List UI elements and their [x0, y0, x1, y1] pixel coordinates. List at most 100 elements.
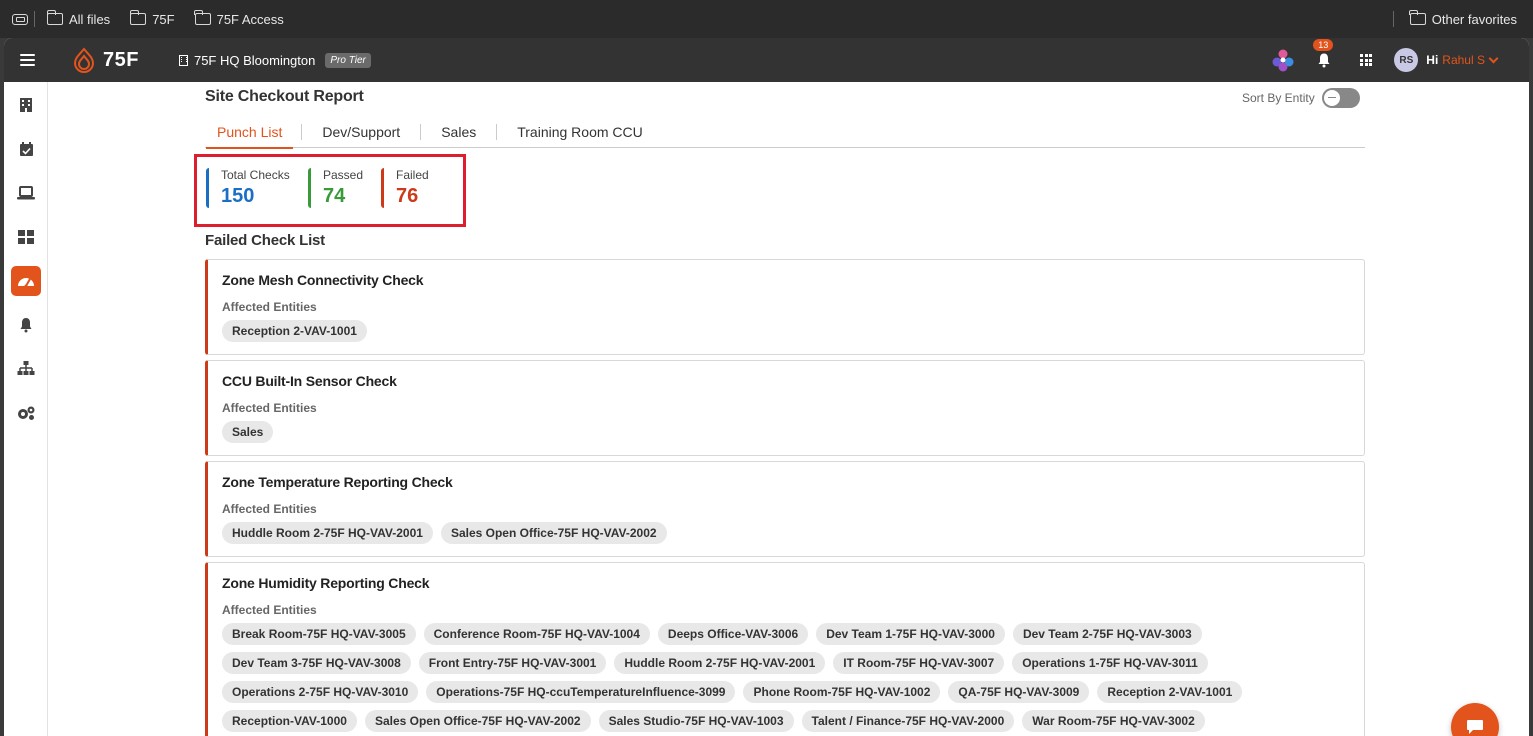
stat-total-checks: Total Checks 150	[206, 168, 290, 208]
sidebar	[4, 82, 48, 736]
folder-icon	[129, 10, 147, 25]
entity-chip[interactable]: Operations 2-75F HQ-VAV-3010	[222, 681, 419, 703]
entity-chip[interactable]: War Room-75F HQ-VAV-3002	[1022, 710, 1205, 732]
sidebar-item-site-checkout[interactable]	[11, 266, 41, 296]
tab-punch-list[interactable]: Punch List	[206, 116, 294, 149]
brand-logo[interactable]: 75F	[71, 47, 139, 73]
entity-chip[interactable]: Reception 2-VAV-1001	[222, 320, 367, 342]
failed-check-list-title: Failed Check List	[205, 232, 325, 249]
tab-sales[interactable]: Sales	[421, 116, 496, 148]
entity-chip[interactable]: Sales Studio-75F HQ-VAV-1003	[598, 710, 794, 732]
notifications-button[interactable]: 13	[1313, 39, 1334, 68]
entity-chip[interactable]: Huddle Room 2-75F HQ-VAV-2001	[222, 522, 433, 544]
entity-chip[interactable]: Deeps Office-VAV-3006	[657, 623, 809, 645]
entity-chip[interactable]: QA-75F HQ-VAV-3009	[948, 681, 1090, 703]
entity-chip[interactable]: Conference Room-75F HQ-VAV-1004	[423, 623, 650, 645]
favorites-bar: All files 75F 75F Access Other favorites	[0, 0, 1533, 38]
entity-chip[interactable]: Break Room-75F HQ-VAV-3005	[222, 623, 416, 645]
entity-chip[interactable]: IT Room-75F HQ-VAV-3007	[833, 652, 1005, 674]
entity-chip[interactable]: Reception-VAV-1000	[222, 710, 357, 732]
tab-dev-support[interactable]: Dev/Support	[302, 116, 420, 148]
folder-icon	[194, 10, 211, 25]
bell-icon	[20, 318, 32, 333]
hierarchy-icon	[17, 361, 35, 375]
affected-entities-label: Affected Entities	[222, 502, 317, 516]
entity-chips: Sales	[222, 421, 1324, 443]
entity-chip[interactable]: Dev Team 2-75F HQ-VAV-3003	[1012, 623, 1202, 645]
sidebar-item-devices[interactable]	[11, 178, 41, 208]
entity-chip[interactable]: Sales Open Office-75F HQ-VAV-2002	[440, 522, 667, 544]
building-icon	[20, 98, 32, 112]
folder-icon	[46, 10, 63, 25]
sidebar-item-alerts[interactable]	[11, 310, 41, 340]
check-title: Zone Humidity Reporting Check	[222, 575, 430, 591]
tab-actions-icon[interactable]	[12, 13, 28, 25]
sort-by-entity-toggle[interactable]	[1321, 88, 1360, 108]
chevron-down-icon[interactable]	[1488, 53, 1499, 63]
stat-value: 76	[396, 185, 419, 207]
entity-chip[interactable]: Dev Team 1-75F HQ-VAV-3000	[816, 623, 1005, 645]
check-card: Zone Mesh Connectivity Check Affected En…	[205, 259, 1365, 355]
other-favorites-label: Other favorites	[1431, 11, 1517, 27]
building-icon	[178, 54, 188, 66]
check-card: CCU Built-In Sensor Check Affected Entit…	[205, 360, 1365, 456]
stat-value: 74	[323, 185, 346, 207]
entity-chip[interactable]: Reception 2-VAV-1001	[1097, 681, 1243, 703]
check-title: CCU Built-In Sensor Check	[222, 373, 397, 389]
calendar-check-icon	[19, 142, 33, 156]
grid-menu-icon[interactable]	[1360, 54, 1373, 66]
sort-by-entity-label: Sort By Entity	[1242, 91, 1315, 105]
main-content: Site Checkout Report Sort By Entity Punc…	[49, 82, 1529, 736]
entity-chip[interactable]: Phone Room-75F HQ-VAV-1002	[743, 681, 941, 703]
entity-chips: Break Room-75F HQ-VAV-3005 Conference Roo…	[222, 623, 1324, 736]
chat-icon	[1467, 720, 1483, 734]
favorite-75f-access[interactable]: 75F Access	[194, 10, 284, 27]
stat-failed: Failed 76	[381, 168, 429, 208]
dashboard-icon	[18, 230, 34, 244]
entity-chip[interactable]: Huddle Room 2-75F HQ-VAV-2001	[614, 652, 826, 674]
favorite-75f[interactable]: 75F	[129, 10, 175, 27]
tier-badge: Pro Tier	[325, 52, 371, 68]
entity-chip[interactable]: Sales Open Office-75F HQ-VAV-2002	[364, 710, 591, 732]
sort-by-entity: Sort By Entity	[1242, 88, 1360, 108]
flame-logo-icon	[73, 47, 95, 73]
entity-chip[interactable]: Dev Team 3-75F HQ-VAV-3008	[222, 652, 411, 674]
affected-entities-label: Affected Entities	[222, 401, 317, 415]
check-card: Zone Temperature Reporting Check Affecte…	[205, 461, 1365, 557]
favorites-divider	[1392, 11, 1394, 27]
entity-chip[interactable]: Operations-75F HQ-ccuTemperatureInfluenc…	[426, 681, 736, 703]
tab-training-room-ccu[interactable]: Training Room CCU	[497, 116, 663, 148]
stat-label: Failed	[396, 168, 429, 182]
affected-entities-label: Affected Entities	[222, 300, 317, 314]
entity-chip[interactable]: Talent / Finance-75F HQ-VAV-2000	[801, 710, 1015, 732]
avatar[interactable]: RS	[1394, 48, 1419, 72]
greeting: Hi	[1426, 53, 1439, 67]
user-name[interactable]: Rahul S	[1442, 53, 1485, 67]
stat-label: Total Checks	[221, 168, 290, 182]
entity-chip[interactable]: Front Entry-75F HQ-VAV-3001	[418, 652, 607, 674]
sidebar-item-buildings[interactable]	[11, 90, 41, 120]
entity-chip[interactable]: Sales	[222, 421, 274, 443]
check-title: Zone Mesh Connectivity Check	[222, 272, 424, 288]
entity-chips: Reception 2-VAV-1001	[222, 320, 1324, 342]
check-card: Zone Humidity Reporting Check Affected E…	[205, 562, 1365, 736]
laptop-icon	[17, 186, 35, 200]
sidebar-item-dashboard[interactable]	[11, 222, 41, 252]
stat-value: 150	[221, 185, 255, 207]
sidebar-item-settings[interactable]	[11, 398, 41, 428]
favorite-label: 75F	[152, 11, 175, 27]
menu-icon[interactable]	[20, 54, 35, 66]
favorite-label: 75F Access	[216, 11, 284, 27]
site-selector[interactable]: 75F HQ Bloomington Pro Tier	[178, 52, 371, 68]
entity-chip[interactable]: Operations 1-75F HQ-VAV-3011	[1012, 652, 1208, 674]
sidebar-item-hierarchy[interactable]	[11, 354, 41, 384]
other-favorites[interactable]: Other favorites	[1392, 10, 1517, 27]
brand-name: 75F	[103, 48, 139, 71]
favorite-label: All files	[69, 11, 111, 27]
stat-passed: Passed 74	[308, 168, 363, 208]
apps-launcher-icon[interactable]	[1270, 47, 1296, 73]
favorite-all-files[interactable]: All files	[46, 10, 111, 27]
check-title: Zone Temperature Reporting Check	[222, 474, 453, 490]
affected-entities-label: Affected Entities	[222, 603, 317, 617]
sidebar-item-schedules[interactable]	[11, 134, 41, 164]
